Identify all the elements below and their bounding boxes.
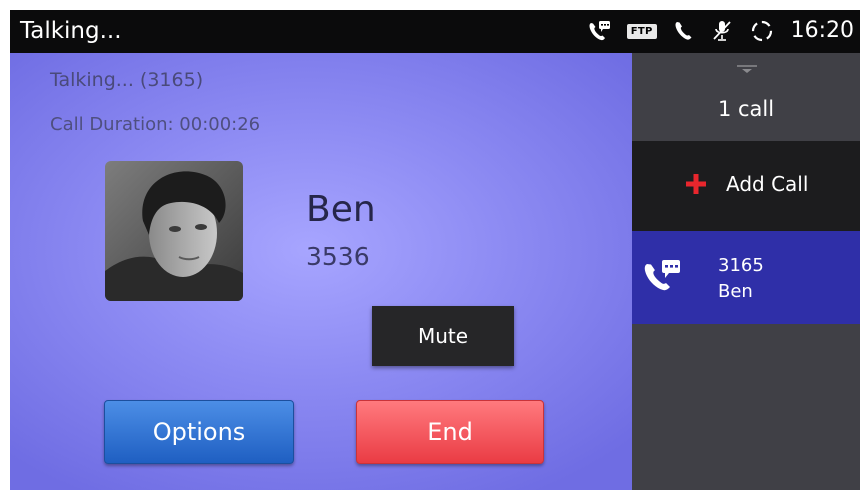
- contact-name: Ben: [306, 189, 376, 230]
- contact-avatar: [105, 161, 243, 301]
- call-duration: Call Duration: 00:00:26: [50, 114, 261, 135]
- call-message-icon: [587, 16, 611, 46]
- call-sidebar: 1 call Add Call 3165 Ben: [632, 53, 860, 490]
- contact-number: 3536: [306, 242, 370, 271]
- phone-icon: [673, 16, 695, 46]
- add-call-label: Add Call: [726, 172, 809, 196]
- mic-muted-icon: [711, 16, 733, 46]
- options-button[interactable]: Options: [104, 400, 294, 464]
- mute-button[interactable]: Mute: [372, 306, 514, 366]
- call-list-item[interactable]: 3165 Ben: [632, 231, 860, 324]
- sync-icon: [749, 16, 775, 46]
- status-bar: Talking... FTP 16:20: [10, 10, 860, 53]
- call-message-icon: [642, 259, 682, 293]
- call-count: 1 call: [717, 97, 775, 121]
- status-icons: FTP 16:20: [587, 16, 854, 46]
- ftp-badge: FTP: [626, 23, 657, 39]
- call-list-number: 3165: [718, 255, 764, 276]
- add-call-button[interactable]: Add Call: [632, 141, 860, 231]
- call-panel: Talking... (3165) Call Duration: 00:00:2…: [10, 53, 632, 490]
- plus-icon: [686, 174, 706, 194]
- ftp-icon: FTP: [626, 16, 657, 46]
- end-call-button[interactable]: End: [356, 400, 544, 464]
- phone-screen: Talking... FTP 16:20 Talking... (3165) C…: [10, 10, 860, 490]
- status-time: 16:20: [790, 18, 854, 43]
- call-status: Talking... (3165): [50, 69, 204, 91]
- call-list-name: Ben: [718, 281, 753, 302]
- drag-handle-icon[interactable]: [737, 59, 757, 73]
- status-title: Talking...: [20, 18, 122, 44]
